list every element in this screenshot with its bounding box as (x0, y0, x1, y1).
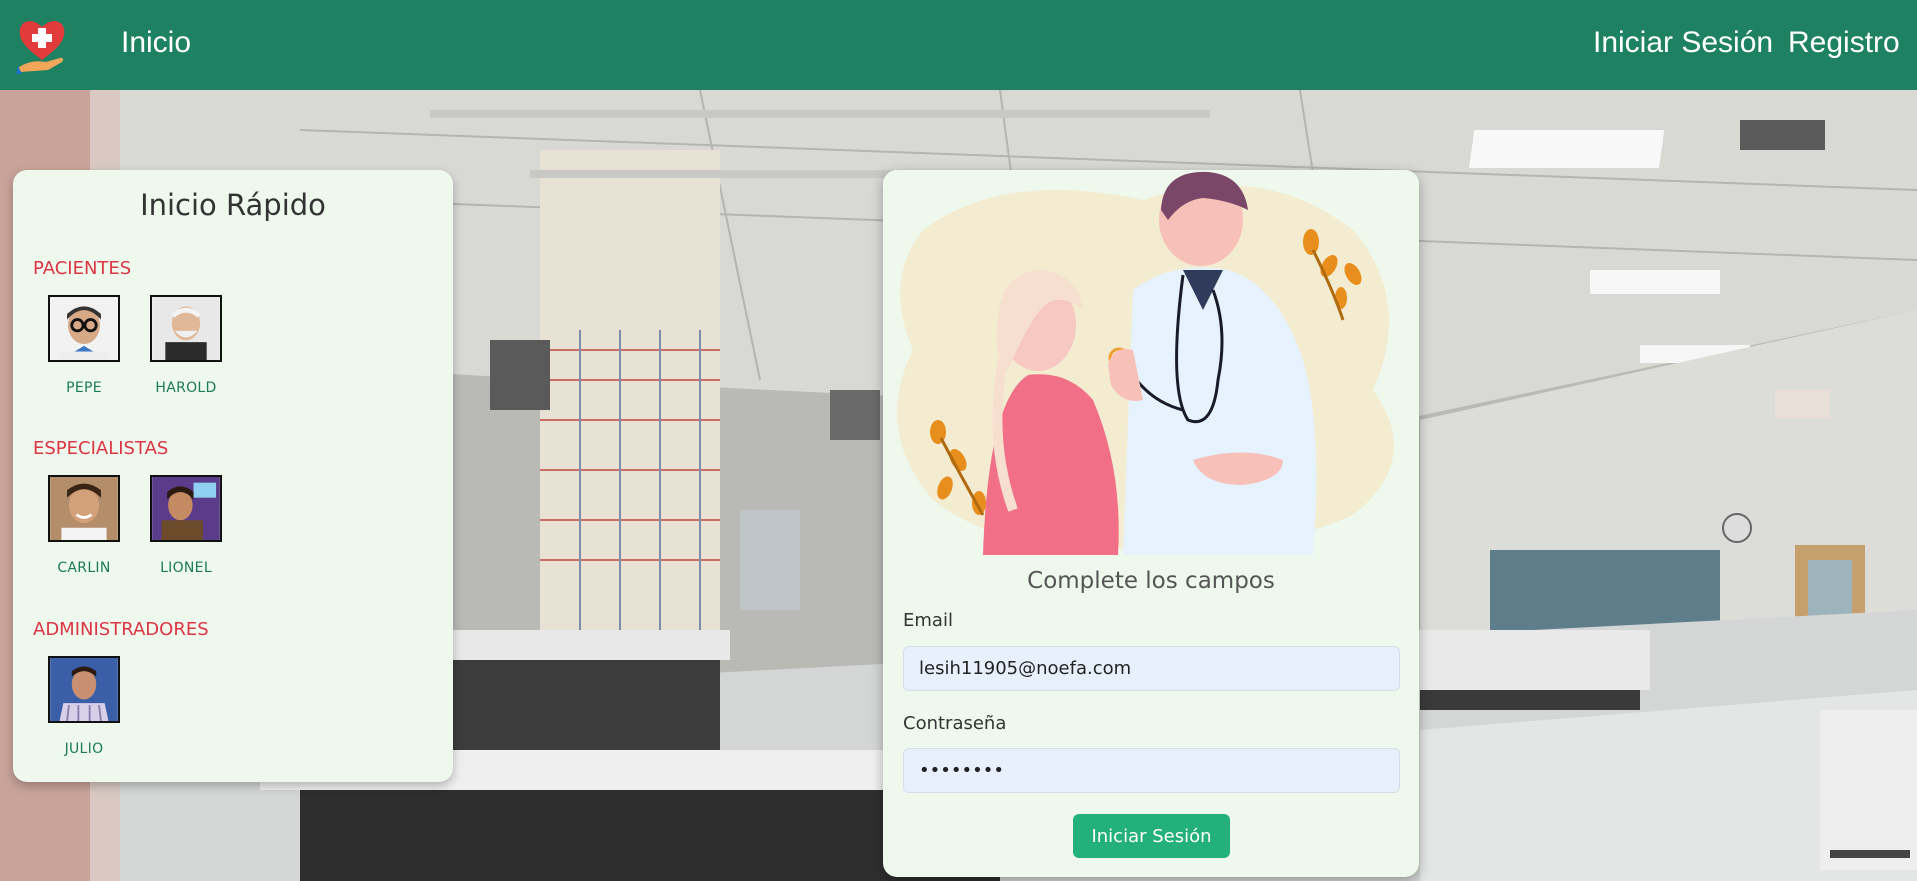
quick-user-julio[interactable]: JULIO (44, 656, 124, 757)
user-name: CARLIN (57, 560, 111, 576)
avatar (150, 475, 222, 542)
user-name: JULIO (64, 741, 104, 757)
password-label: Contraseña (903, 713, 1007, 734)
navbar: Inicio Iniciar Sesión Registro (0, 0, 1917, 90)
password-field[interactable] (903, 748, 1400, 793)
nav-register-link[interactable]: Registro (1788, 25, 1900, 61)
patients-section-title: PACIENTES (33, 258, 132, 279)
quick-user-pepe[interactable]: PEPE (44, 295, 124, 396)
login-submit-button[interactable]: Iniciar Sesión (1073, 814, 1230, 858)
nav-home-link[interactable]: Inicio (121, 25, 191, 61)
nav-login-link[interactable]: Iniciar Sesión (1593, 25, 1773, 61)
email-label: Email (903, 610, 953, 631)
avatar (48, 656, 120, 723)
user-name: LIONEL (160, 560, 212, 576)
email-field[interactable] (903, 646, 1400, 691)
login-card: Complete los campos Email Contraseña Ini… (883, 170, 1419, 877)
user-name: HAROLD (155, 380, 217, 396)
login-heading: Complete los campos (1027, 568, 1275, 594)
quick-start-panel: Inicio Rápido PACIENTES PEPE HAROLD ESPE… (13, 170, 453, 782)
quick-user-lionel[interactable]: LIONEL (146, 475, 226, 576)
admins-section-title: ADMINISTRADORES (33, 619, 209, 640)
doctor-patient-illustration-icon (883, 170, 1419, 555)
avatar (48, 295, 120, 362)
user-name: PEPE (66, 380, 102, 396)
avatar (48, 475, 120, 542)
quick-start-title: Inicio Rápido (140, 188, 326, 222)
heart-cross-logo-icon[interactable] (16, 16, 68, 74)
quick-user-carlin[interactable]: CARLIN (44, 475, 124, 576)
specialists-section-title: ESPECIALISTAS (33, 438, 169, 459)
avatar (150, 295, 222, 362)
quick-user-harold[interactable]: HAROLD (146, 295, 226, 396)
